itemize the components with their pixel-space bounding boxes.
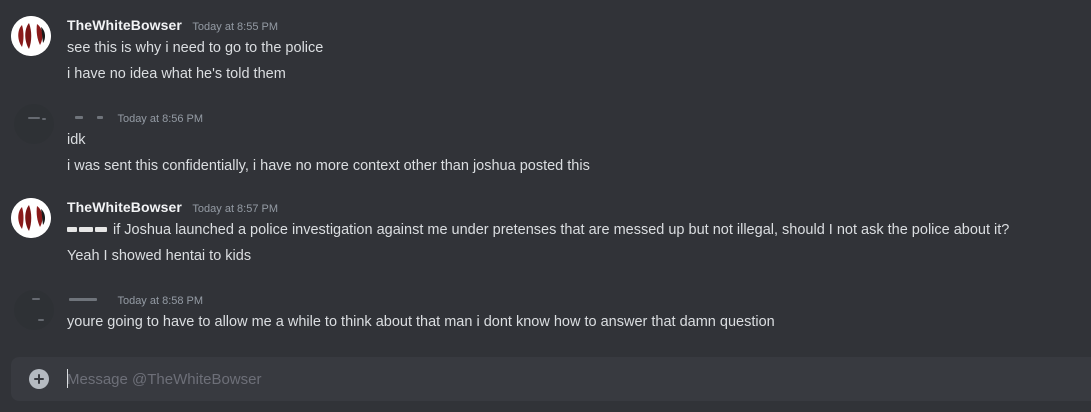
message-line: i was sent this confidentially, i have n… [67, 158, 590, 174]
text-caret [67, 369, 68, 388]
message-line: i have no idea what he's told them [67, 66, 286, 82]
username[interactable]: TheWhiteBowser [67, 199, 182, 215]
message-line: if Joshua launched a police investigatio… [67, 220, 1009, 240]
redacted-avatar-mark [42, 118, 46, 120]
timestamp: Today at 8:55 PM [192, 21, 279, 33]
message-header: Today at 8:58 PM [67, 291, 203, 311]
redacted-avatar-mark [28, 117, 40, 119]
timestamp: Today at 8:57 PM [192, 203, 279, 215]
bowser-emblem-icon [11, 16, 51, 56]
message-header: Today at 8:56 PM [67, 109, 203, 129]
redacted-avatar-mark [38, 319, 44, 321]
avatar[interactable] [11, 198, 51, 238]
message-line: Yeah I showed hentai to kids [67, 248, 252, 264]
message-header: TheWhiteBowser Today at 8:57 PM [67, 199, 278, 219]
username[interactable]: TheWhiteBowser [67, 17, 182, 33]
message-line: youre going to have to allow me a while … [67, 314, 775, 330]
redacted-mention [67, 225, 109, 235]
bowser-emblem-icon [11, 198, 51, 238]
avatar[interactable] [11, 16, 51, 56]
message-line: see this is why i need to go to the poli… [67, 40, 324, 56]
redacted-avatar-mark [32, 298, 40, 300]
redacted-username[interactable] [67, 296, 107, 304]
message-text: if Joshua launched a police investigatio… [113, 222, 1010, 238]
message-list: TheWhiteBowser Today at 8:55 PM see this… [0, 0, 1091, 352]
timestamp: Today at 8:56 PM [117, 113, 204, 125]
redacted-username[interactable] [67, 114, 107, 122]
message-input[interactable] [67, 357, 1067, 401]
message-header: TheWhiteBowser Today at 8:55 PM [67, 17, 278, 37]
message-composer [11, 357, 1091, 401]
add-attachment-button[interactable] [29, 369, 49, 389]
message-line: idk [67, 132, 86, 148]
avatar[interactable] [14, 104, 54, 144]
avatar[interactable] [14, 290, 54, 330]
timestamp: Today at 8:58 PM [117, 295, 204, 307]
